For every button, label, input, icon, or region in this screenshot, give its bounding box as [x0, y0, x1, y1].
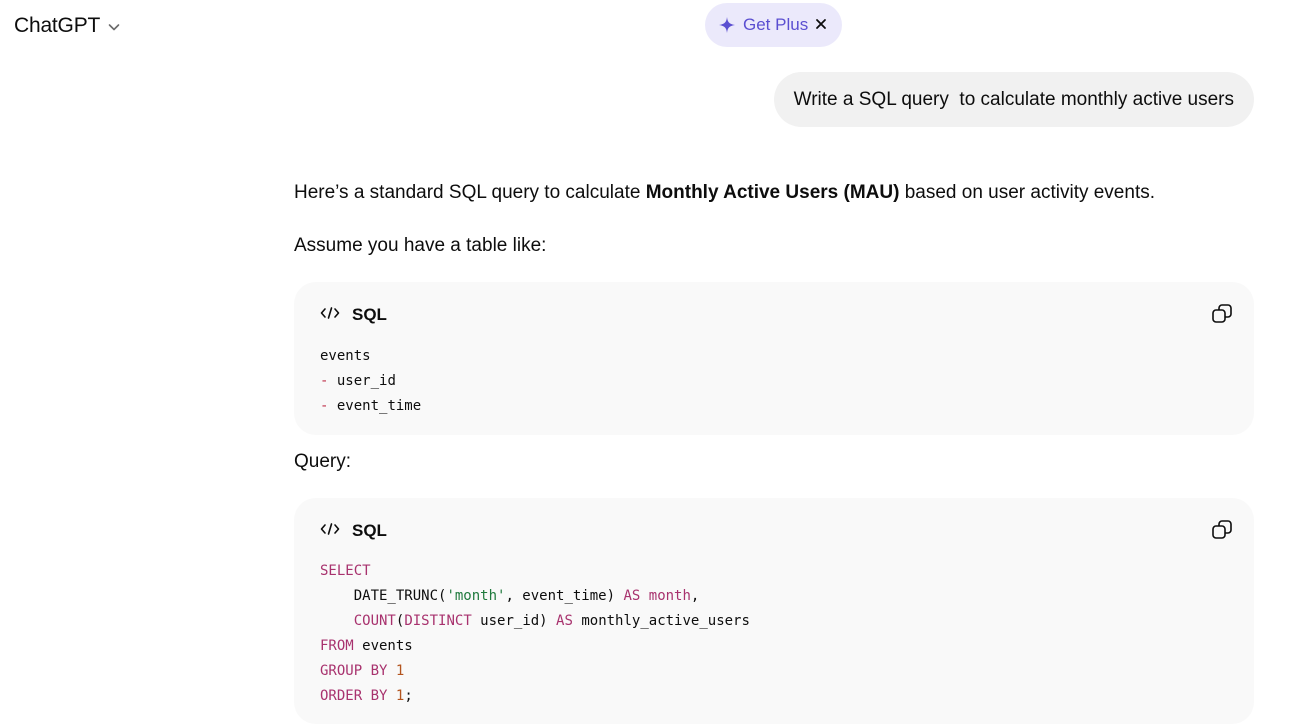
code-icon	[320, 306, 340, 325]
app-title: ChatGPT	[14, 14, 101, 37]
assistant-assume-text: Assume you have a table like:	[294, 235, 547, 256]
get-plus-promo: Get Plus	[705, 3, 842, 47]
code-content: events - user_id - event_time	[320, 348, 422, 414]
get-plus-button[interactable]: Get Plus	[743, 15, 808, 35]
code-line: ORDER BY 1;	[320, 688, 413, 704]
code-line: user_id	[336, 373, 396, 389]
code-content: SELECT DATE_TRUNC('month', event_time) A…	[320, 559, 750, 709]
code-line: COUNT(DISTINCT user_id) AS monthly_activ…	[353, 613, 750, 629]
chevron-down-icon	[106, 19, 122, 35]
user-message-bubble: Write a SQL query to calculate monthly a…	[773, 72, 1254, 127]
code-icon	[320, 522, 340, 541]
assistant-query-label: Query:	[294, 451, 352, 472]
close-icon[interactable]	[813, 16, 829, 32]
copy-icon[interactable]	[1210, 518, 1234, 542]
code-line: GROUP BY 1	[320, 663, 405, 679]
code-language-label: SQL	[352, 305, 387, 324]
sparkle-icon	[718, 16, 736, 34]
intro-text: Here’s a standard SQL query to calculate	[294, 182, 646, 203]
code-language-label: SQL	[352, 521, 387, 540]
code-line: SELECT	[320, 563, 371, 579]
code-line: event_time	[336, 398, 422, 414]
code-line: DATE_TRUNC('month', event_time) AS month…	[320, 588, 700, 604]
code-line: events	[320, 348, 371, 364]
code-block-header: SQL	[320, 520, 387, 542]
code-block: SQL SELECT DATE_TRUNC('month', event_tim…	[294, 498, 1254, 724]
assistant-intro: Here’s a standard SQL query to calculate…	[294, 182, 1254, 204]
intro-bold: Monthly Active Users (MAU)	[645, 182, 900, 203]
copy-icon[interactable]	[1210, 302, 1234, 326]
code-block: SQL events - user_id - event_time	[294, 282, 1254, 435]
model-selector[interactable]: ChatGPT	[14, 12, 122, 40]
intro-text-end: based on user activity events.	[899, 182, 1156, 203]
code-line: FROM events	[320, 638, 413, 654]
code-block-header: SQL	[320, 304, 387, 326]
